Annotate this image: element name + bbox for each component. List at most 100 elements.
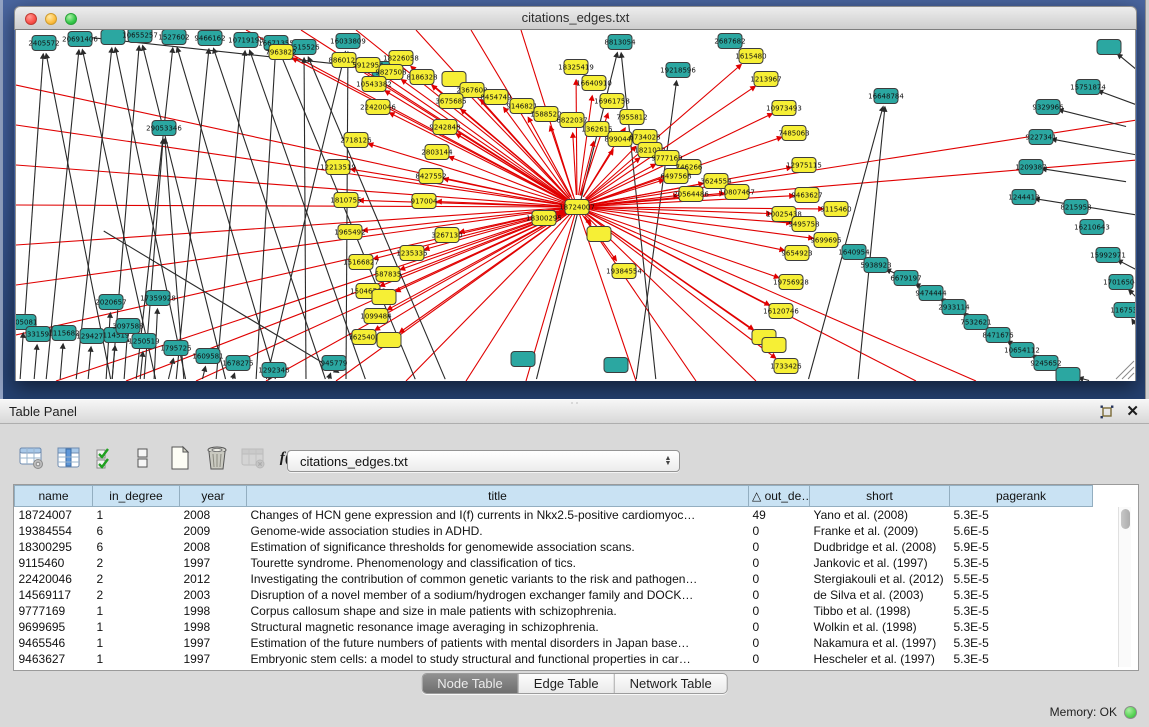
cell-name[interactable]: 14569117 (15, 587, 93, 603)
cell-out_de[interactable]: 0 (749, 539, 810, 555)
graph-node[interactable] (1097, 40, 1121, 55)
cell-out_de[interactable]: 0 (749, 619, 810, 635)
graph-node[interactable] (604, 358, 628, 373)
network-table-selector[interactable]: citations_edges.txt ▲ ▼ (287, 450, 680, 472)
graph-node[interactable]: 1244413 (1008, 190, 1039, 205)
table-row[interactable]: 946362711997Embryonic stem cells: a mode… (15, 651, 1093, 667)
cell-in_degree[interactable]: 2 (93, 571, 180, 587)
close-panel-icon[interactable]: ✕ (1126, 404, 1139, 420)
split-divider-handle[interactable] (570, 401, 580, 406)
destroy-table-icon[interactable] (240, 445, 268, 471)
cell-pagerank[interactable]: 5.3E-5 (950, 619, 1093, 635)
resize-grip-icon[interactable] (1128, 373, 1134, 379)
graph-node[interactable]: 7955812 (616, 110, 647, 125)
tab-edge-table[interactable]: Edge Table (518, 674, 614, 693)
column-header-out_de[interactable]: △ out_de… (749, 486, 810, 507)
graph-node[interactable]: 1527602 (158, 30, 189, 45)
graph-node[interactable]: 9699695 (810, 233, 841, 248)
graph-node[interactable]: 3675685 (435, 94, 466, 109)
cell-out_de[interactable]: 49 (749, 507, 810, 523)
graph-node[interactable]: 6497568 (660, 169, 691, 184)
table-row[interactable]: 946554611997Estimation of the future num… (15, 635, 1093, 651)
graph-node[interactable]: 2687682 (714, 34, 745, 49)
cell-title[interactable]: Estimation of the future numbers of pati… (247, 635, 749, 651)
graph-node[interactable]: 8186328 (406, 70, 437, 85)
cell-pagerank[interactable]: 5.3E-5 (950, 651, 1093, 667)
cell-name[interactable]: 9777169 (15, 603, 93, 619)
column-header-year[interactable]: year (180, 486, 247, 507)
graph-node[interactable]: 1115682 (48, 326, 79, 341)
graph-node[interactable]: 9329966 (1032, 100, 1064, 115)
graph-node[interactable]: 1213967 (750, 72, 781, 87)
graph-node[interactable]: 29053346 (146, 121, 182, 136)
cell-name[interactable]: 9463627 (15, 651, 93, 667)
cell-year[interactable]: 2009 (180, 523, 247, 539)
graph-node[interactable]: 1615480 (735, 49, 766, 64)
table-row[interactable]: 977716911998Corpus callosum shape and si… (15, 603, 1093, 619)
graph-node[interactable]: 9115460 (820, 202, 851, 217)
graph-node[interactable]: 917004 (411, 194, 438, 209)
cell-out_de[interactable]: 0 (749, 635, 810, 651)
cell-year[interactable]: 2012 (180, 571, 247, 587)
graph-node[interactable]: 8427552 (415, 169, 446, 184)
table-row[interactable]: 969969511998Structural magnetic resonanc… (15, 619, 1093, 635)
graph-node[interactable]: 8813054 (604, 35, 636, 50)
graph-node[interactable]: 1292346 (258, 363, 290, 378)
graph-node[interactable]: 19756928 (773, 275, 809, 290)
cell-year[interactable]: 2003 (180, 587, 247, 603)
table-scrollbar[interactable] (1118, 507, 1131, 667)
cell-out_de[interactable]: 0 (749, 523, 810, 539)
cell-in_degree[interactable]: 2 (93, 555, 180, 571)
cell-year[interactable]: 1997 (180, 635, 247, 651)
cell-short[interactable]: Yano et al. (2008) (810, 507, 950, 523)
cell-name[interactable]: 9115460 (15, 555, 93, 571)
graph-node[interactable]: 18325419 (558, 60, 594, 75)
graph-node[interactable]: 6679197 (890, 271, 921, 286)
graph-node[interactable]: 7532621 (960, 315, 991, 330)
tab-node-table[interactable]: Node Table (422, 674, 518, 693)
cell-short[interactable]: Stergiakouli et al. (2012) (810, 571, 950, 587)
close-window-button[interactable] (25, 13, 37, 25)
graph-node[interactable]: 9242848 (429, 120, 460, 135)
cell-short[interactable]: Nakamura et al. (1997) (810, 635, 950, 651)
memory-status-icon[interactable] (1124, 706, 1137, 719)
cell-short[interactable]: Wolkin et al. (1998) (810, 619, 950, 635)
minimize-window-button[interactable] (45, 13, 57, 25)
graph-node[interactable]: 9466162 (194, 31, 225, 46)
cell-year[interactable]: 1997 (180, 651, 247, 667)
cell-title[interactable]: Tourette syndrome. Phenomenology and cla… (247, 555, 749, 571)
column-header-name[interactable]: name (15, 486, 93, 507)
cell-name[interactable]: 19384554 (15, 523, 93, 539)
column-header-short[interactable]: short (810, 486, 950, 507)
graph-node[interactable] (587, 227, 611, 242)
cell-name[interactable]: 18724007 (15, 507, 93, 523)
graph-node[interactable]: 1235335 (396, 246, 427, 261)
table-row[interactable]: 2242004622012Investigating the contribut… (15, 571, 1093, 587)
table-settings-icon[interactable] (18, 445, 46, 471)
cell-title[interactable]: Disruption of a novel member of a sodium… (247, 587, 749, 603)
cell-pagerank[interactable]: 5.9E-5 (950, 539, 1093, 555)
cell-in_degree[interactable]: 6 (93, 523, 180, 539)
cell-out_de[interactable]: 0 (749, 555, 810, 571)
cell-title[interactable]: Estimation of significance thresholds fo… (247, 539, 749, 555)
graph-node[interactable] (1056, 368, 1080, 382)
graph-node[interactable]: 1640954 (838, 245, 870, 260)
graph-node[interactable]: 10655257 (122, 30, 158, 43)
network-canvas[interactable]: 2405572206914061065525715276029466162107… (15, 30, 1136, 381)
cell-in_degree[interactable]: 1 (93, 651, 180, 667)
graph-node[interactable]: 10654112 (1004, 343, 1040, 358)
graph-node[interactable]: 7625402 (348, 330, 379, 345)
cell-year[interactable]: 1998 (180, 619, 247, 635)
cell-pagerank[interactable]: 5.3E-5 (950, 635, 1093, 651)
cell-short[interactable]: Tibbo et al. (1998) (810, 603, 950, 619)
network-window-titlebar[interactable]: citations_edges.txt (14, 6, 1137, 30)
graph-node[interactable]: 3267130 (431, 228, 462, 243)
row-height-icon[interactable] (129, 445, 157, 471)
cell-pagerank[interactable]: 5.6E-5 (950, 523, 1093, 539)
graph-node[interactable] (762, 338, 786, 353)
zoom-window-button[interactable] (65, 13, 77, 25)
cell-out_de[interactable]: 0 (749, 651, 810, 667)
select-all-icon[interactable] (92, 445, 120, 471)
table-row[interactable]: 1938455462009Genome-wide association stu… (15, 523, 1093, 539)
graph-node[interactable]: 945779 (321, 356, 348, 371)
